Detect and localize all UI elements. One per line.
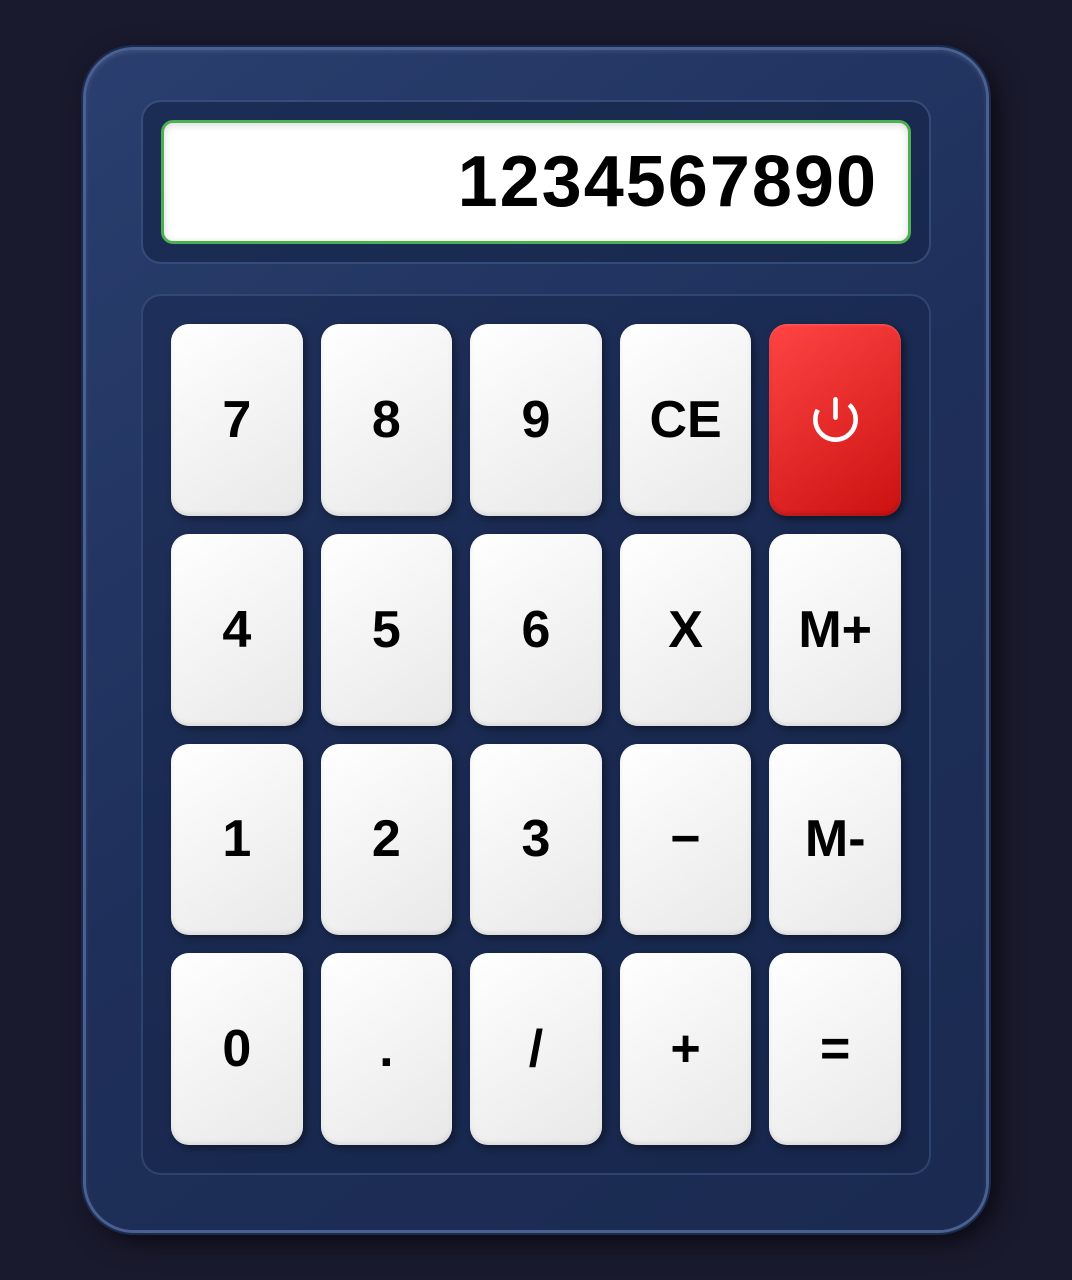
btn-plus[interactable]: + xyxy=(620,953,752,1145)
btn-1[interactable]: 1 xyxy=(171,744,303,936)
btn-equals[interactable]: = xyxy=(769,953,901,1145)
btn-divide[interactable]: / xyxy=(470,953,602,1145)
btn-multiply[interactable]: X xyxy=(620,534,752,726)
btn-5[interactable]: 5 xyxy=(321,534,453,726)
display-value: 1234567890 xyxy=(458,141,878,223)
btn-ce[interactable]: CE xyxy=(620,324,752,516)
btn-8[interactable]: 8 xyxy=(321,324,453,516)
btn-3[interactable]: 3 xyxy=(470,744,602,936)
btn-dot[interactable]: . xyxy=(321,953,453,1145)
btn-mplus[interactable]: M+ xyxy=(769,534,901,726)
btn-mminus[interactable]: M- xyxy=(769,744,901,936)
btn-minus[interactable]: − xyxy=(620,744,752,936)
btn-2[interactable]: 2 xyxy=(321,744,453,936)
display-wrapper: 1234567890 xyxy=(141,100,931,264)
btn-6[interactable]: 6 xyxy=(470,534,602,726)
display-screen: 1234567890 xyxy=(161,120,911,244)
btn-7[interactable]: 7 xyxy=(171,324,303,516)
calculator-body: 1234567890 7 8 9 CE xyxy=(86,50,986,1230)
btn-9[interactable]: 9 xyxy=(470,324,602,516)
btn-power[interactable] xyxy=(769,324,901,516)
btn-0[interactable]: 0 xyxy=(171,953,303,1145)
keypad-grid: 7 8 9 CE 4 xyxy=(171,324,901,1145)
power-icon xyxy=(808,392,863,447)
keypad-wrapper: 7 8 9 CE 4 xyxy=(141,294,931,1175)
btn-4[interactable]: 4 xyxy=(171,534,303,726)
